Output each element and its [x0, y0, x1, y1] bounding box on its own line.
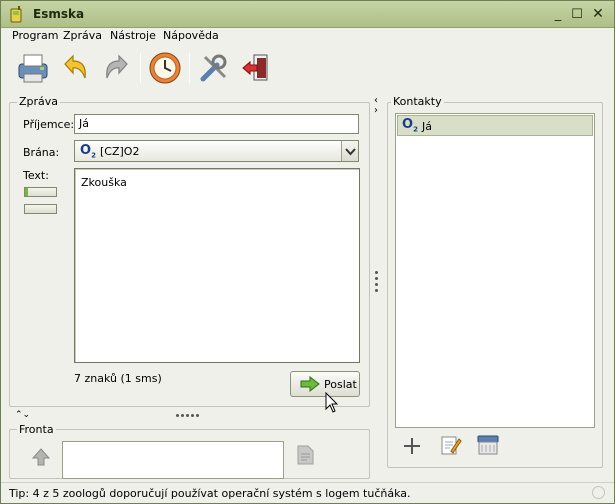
app-icon	[9, 6, 23, 23]
close-icon[interactable]: ✕	[590, 7, 606, 22]
maximize-icon[interactable]: ☐	[569, 7, 585, 22]
status-bar: Tip: 4 z 5 zoologů doporučují používat o…	[1, 482, 614, 503]
chevron-down-icon[interactable]	[341, 141, 358, 161]
printer-icon[interactable]	[15, 50, 51, 86]
edit-contact-icon[interactable]	[440, 434, 462, 459]
minimize-icon[interactable]: _	[550, 7, 566, 22]
recipient-label: Příjemce:	[23, 118, 75, 131]
collapse-left-icon[interactable]: ‹ ›	[374, 96, 378, 116]
menu-nastroje[interactable]: Nástroje	[110, 29, 156, 42]
clock-icon[interactable]	[147, 50, 183, 86]
collapse-up-icon[interactable]: ⌃⌄	[15, 410, 30, 420]
send-arrow-icon	[300, 375, 320, 395]
menu-program[interactable]: Program	[12, 29, 58, 42]
status-indicator-icon	[592, 486, 605, 499]
vertical-splitter-handle[interactable]	[375, 271, 378, 292]
horizontal-splitter-handle[interactable]	[176, 414, 199, 417]
window-title: Esmska	[33, 7, 85, 21]
o2-logo-icon: O2	[80, 143, 96, 160]
contact-item[interactable]: O2 Já	[397, 115, 593, 136]
menu-zprava[interactable]: Zpráva	[63, 29, 102, 42]
gateway-label: Brána:	[23, 146, 60, 159]
sms-progress-bar-2	[24, 204, 57, 214]
text-label: Text:	[23, 169, 49, 182]
tools-icon[interactable]	[196, 50, 232, 86]
gateway-select[interactable]: O2 [CZ]O2	[74, 140, 359, 162]
menu-napoveda[interactable]: Nápověda	[163, 29, 219, 42]
delete-contact-icon[interactable]	[476, 434, 500, 459]
toolbar-separator	[189, 53, 190, 83]
sms-progress-bar-1	[24, 187, 57, 197]
message-group-label: Zpráva	[17, 95, 61, 108]
toolbar	[1, 45, 614, 91]
queue-group-label: Fronta	[17, 423, 56, 436]
contact-name: Já	[422, 120, 432, 133]
redo-icon[interactable]	[99, 50, 135, 86]
exit-icon[interactable]	[238, 50, 274, 86]
o2-logo-icon: O2	[402, 117, 418, 134]
char-count: 7 znaků (1 sms)	[74, 372, 162, 385]
queue-list[interactable]	[62, 441, 284, 479]
recipient-field[interactable]: Já	[74, 114, 359, 134]
undo-icon[interactable]	[57, 50, 93, 86]
title-bar[interactable]: Esmska _ ☐ ✕	[1, 1, 614, 28]
toolbar-separator	[140, 53, 141, 83]
add-contact-icon[interactable]	[402, 436, 422, 459]
contacts-list[interactable]: O2 Já	[395, 113, 595, 428]
mouse-cursor-icon	[325, 391, 339, 417]
message-text-area[interactable]: Zkouška	[74, 168, 360, 363]
menu-bar: Program Zpráva Nástroje Nápověda	[1, 28, 614, 45]
gateway-value: [CZ]O2	[100, 145, 140, 158]
move-up-icon[interactable]	[31, 447, 51, 470]
status-tip: Tip: 4 z 5 zoologů doporučují používat o…	[9, 487, 411, 500]
contacts-group-label: Kontakty	[391, 95, 444, 108]
send-label: Poslat	[324, 378, 357, 391]
edit-document-icon[interactable]	[296, 444, 316, 469]
main-window: Esmska _ ☐ ✕ Program Zpráva Nástroje Náp…	[0, 0, 615, 504]
